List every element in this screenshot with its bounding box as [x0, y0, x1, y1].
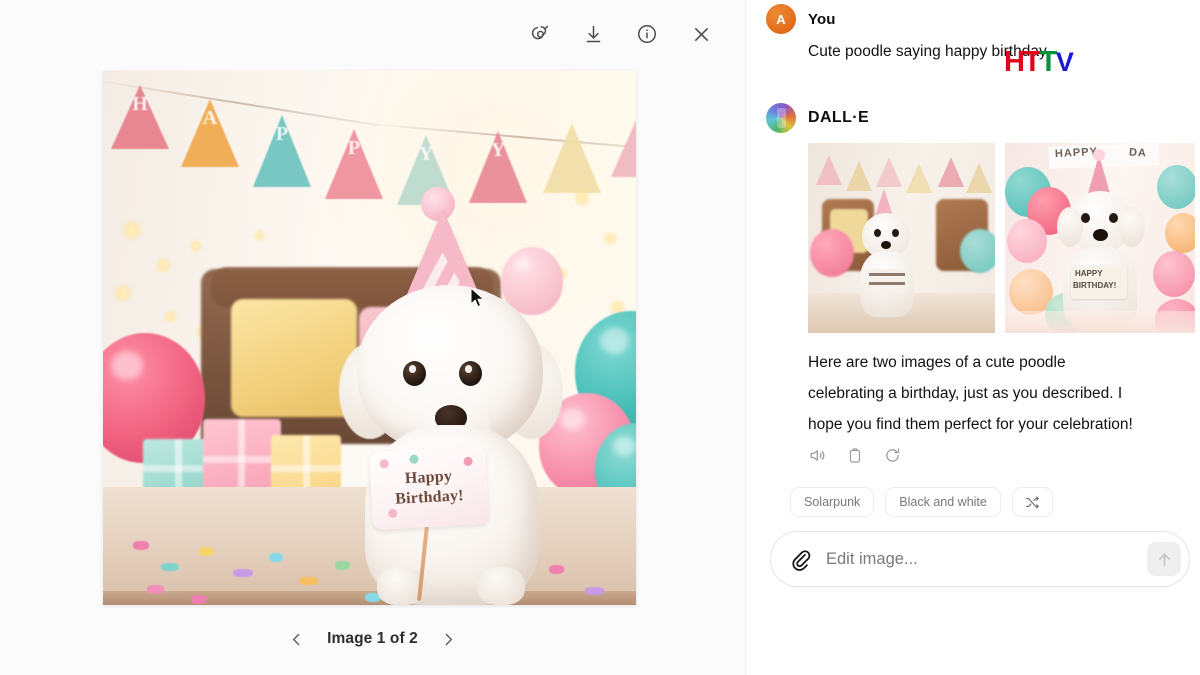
avatar: A	[766, 4, 796, 34]
user-message-header: A You	[766, 4, 1195, 34]
copy-icon[interactable]	[846, 447, 864, 465]
thumbnail-image-2[interactable]: HAPPY DA HAPPY BIRTHDAY!	[1005, 143, 1195, 333]
edit-image-input[interactable]	[826, 549, 1147, 569]
next-image-button[interactable]	[436, 626, 462, 652]
htv-letter-v: V	[1055, 47, 1074, 77]
send-button[interactable]	[1147, 542, 1181, 576]
htv-watermark-logo: H T T V	[1004, 46, 1074, 78]
eye-right	[459, 361, 482, 386]
htv-letter-h: H	[1004, 46, 1025, 78]
close-icon[interactable]	[685, 18, 717, 50]
chat-pane: H T T V A You Cute poodle saying happy b…	[746, 0, 1200, 675]
assistant-message-header: DALL·E	[766, 103, 1195, 133]
download-icon[interactable]	[577, 18, 609, 50]
poodle-birthday-photo: Happy Birthday!	[103, 71, 636, 605]
suggestion-chips: Solarpunk Black and white	[790, 487, 1195, 517]
shuffle-icon[interactable]	[1011, 487, 1053, 517]
image-pager: Image 1 of 2	[0, 626, 745, 652]
previous-image-button[interactable]	[283, 626, 309, 652]
app-root: Happy Birthday! Image 1 of 2	[0, 0, 1200, 675]
image-viewer-pane: Happy Birthday! Image 1 of 2	[0, 0, 746, 675]
assistant-message: DALL·E HAPPY DA HAPPY BIRTHDAY! Here are…	[766, 103, 1195, 465]
viewer-toolbar	[523, 18, 717, 50]
read-aloud-icon[interactable]	[808, 446, 827, 465]
paw-right	[477, 567, 525, 605]
generated-images-row: HAPPY DA HAPPY BIRTHDAY!	[808, 143, 1195, 333]
chip-black-and-white[interactable]: Black and white	[885, 487, 1001, 517]
poodle: Happy Birthday!	[335, 187, 567, 605]
select-brush-icon[interactable]	[523, 18, 555, 50]
sign-text-line1: Happy	[404, 467, 453, 488]
sign-text-line2: Birthday!	[394, 487, 465, 508]
assistant-message-actions	[808, 446, 1195, 465]
attach-file-icon[interactable]	[789, 548, 812, 571]
assistant-author-name: DALL·E	[808, 109, 870, 126]
main-image[interactable]: Happy Birthday!	[103, 71, 636, 605]
image-counter-label: Image 1 of 2	[327, 630, 418, 647]
dalle-avatar-icon	[766, 103, 796, 133]
chip-solarpunk[interactable]: Solarpunk	[790, 487, 875, 517]
htv-letter-t2: T	[1039, 46, 1058, 78]
eye-left	[403, 361, 426, 386]
user-message-text: Cute poodle saying happy birthday	[808, 43, 1047, 60]
user-author-name: You	[808, 10, 836, 28]
thumbnail-image-1[interactable]	[808, 143, 995, 333]
regenerate-icon[interactable]	[883, 446, 902, 465]
assistant-message-text: Here are two images of a cute poodle cel…	[808, 354, 1133, 433]
edit-image-composer[interactable]	[770, 531, 1190, 587]
birthday-sign: Happy Birthday!	[369, 446, 489, 530]
info-icon[interactable]	[631, 18, 663, 50]
htv-letter-t1: T	[1023, 46, 1041, 78]
user-message: A You Cute poodle saying happy birthday	[766, 4, 1195, 67]
